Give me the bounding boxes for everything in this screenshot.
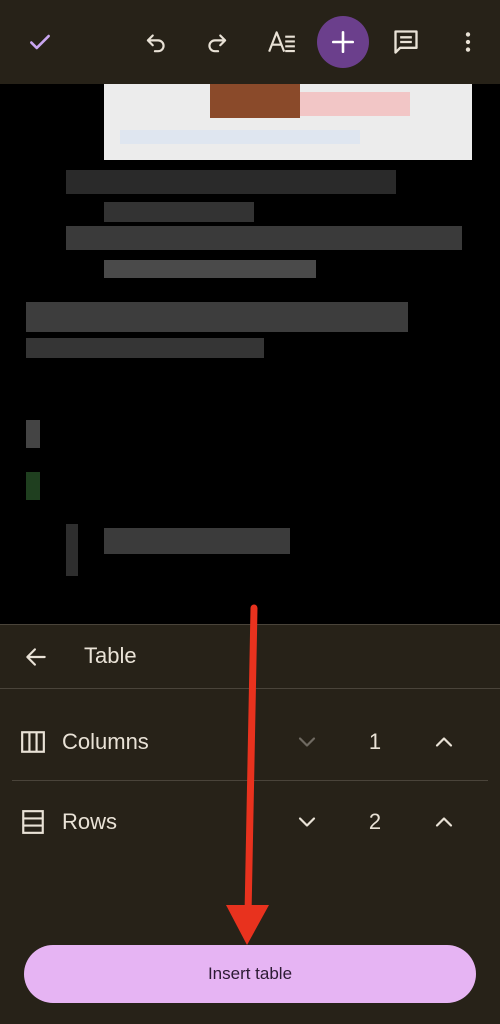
blurred-text-line bbox=[104, 260, 316, 278]
chevron-up-icon bbox=[435, 737, 453, 747]
editor-toolbar bbox=[0, 0, 500, 84]
blurred-image-detail bbox=[120, 130, 360, 144]
columns-label: Columns bbox=[62, 729, 149, 754]
columns-icon bbox=[21, 731, 45, 753]
sheet-header: Table bbox=[0, 625, 500, 689]
blurred-text-line bbox=[104, 528, 290, 554]
chevron-down-icon bbox=[298, 737, 316, 747]
columns-row: Columns 1 bbox=[0, 702, 500, 782]
chevron-up-icon bbox=[435, 817, 453, 827]
done-button[interactable] bbox=[14, 16, 66, 68]
blurred-text-line bbox=[26, 302, 408, 332]
rows-value: 2 bbox=[368, 809, 382, 834]
blurred-image-detail bbox=[210, 84, 300, 118]
blurred-text-line bbox=[26, 338, 264, 358]
blurred-text-line bbox=[66, 524, 78, 576]
blurred-text-line bbox=[66, 170, 396, 194]
chevron-down-icon bbox=[298, 817, 316, 827]
more-vert-icon bbox=[465, 32, 471, 52]
insert-button[interactable] bbox=[317, 16, 369, 68]
rows-icon bbox=[22, 810, 44, 834]
blurred-text-line bbox=[26, 420, 40, 448]
document-content-blurred bbox=[0, 84, 500, 624]
columns-decrement-button[interactable] bbox=[285, 720, 329, 764]
insert-table-button[interactable]: Insert table bbox=[24, 945, 476, 1003]
redo-button[interactable] bbox=[191, 16, 243, 68]
sheet-title: Table bbox=[84, 643, 137, 668]
plus-icon bbox=[331, 30, 355, 54]
columns-increment-button[interactable] bbox=[422, 720, 466, 764]
text-format-button[interactable] bbox=[256, 16, 308, 68]
rows-increment-button[interactable] bbox=[422, 800, 466, 844]
check-icon bbox=[30, 34, 50, 50]
more-options-button[interactable] bbox=[442, 16, 494, 68]
blurred-text-line bbox=[26, 472, 40, 500]
blurred-text-line bbox=[104, 202, 254, 222]
back-button[interactable] bbox=[14, 635, 58, 679]
row-divider bbox=[12, 780, 488, 781]
arrow-back-icon bbox=[26, 648, 46, 666]
text-format-icon bbox=[268, 31, 295, 53]
comment-icon bbox=[394, 30, 418, 54]
redo-icon bbox=[208, 34, 227, 53]
columns-value: 1 bbox=[368, 729, 382, 754]
undo-icon bbox=[146, 34, 165, 53]
rows-label: Rows bbox=[62, 809, 118, 834]
rows-row: Rows 2 bbox=[0, 782, 500, 862]
comment-button[interactable] bbox=[380, 16, 432, 68]
rows-decrement-button[interactable] bbox=[285, 800, 329, 844]
blurred-text-line bbox=[66, 226, 462, 250]
blurred-image-detail bbox=[300, 92, 410, 116]
undo-button[interactable] bbox=[130, 16, 182, 68]
